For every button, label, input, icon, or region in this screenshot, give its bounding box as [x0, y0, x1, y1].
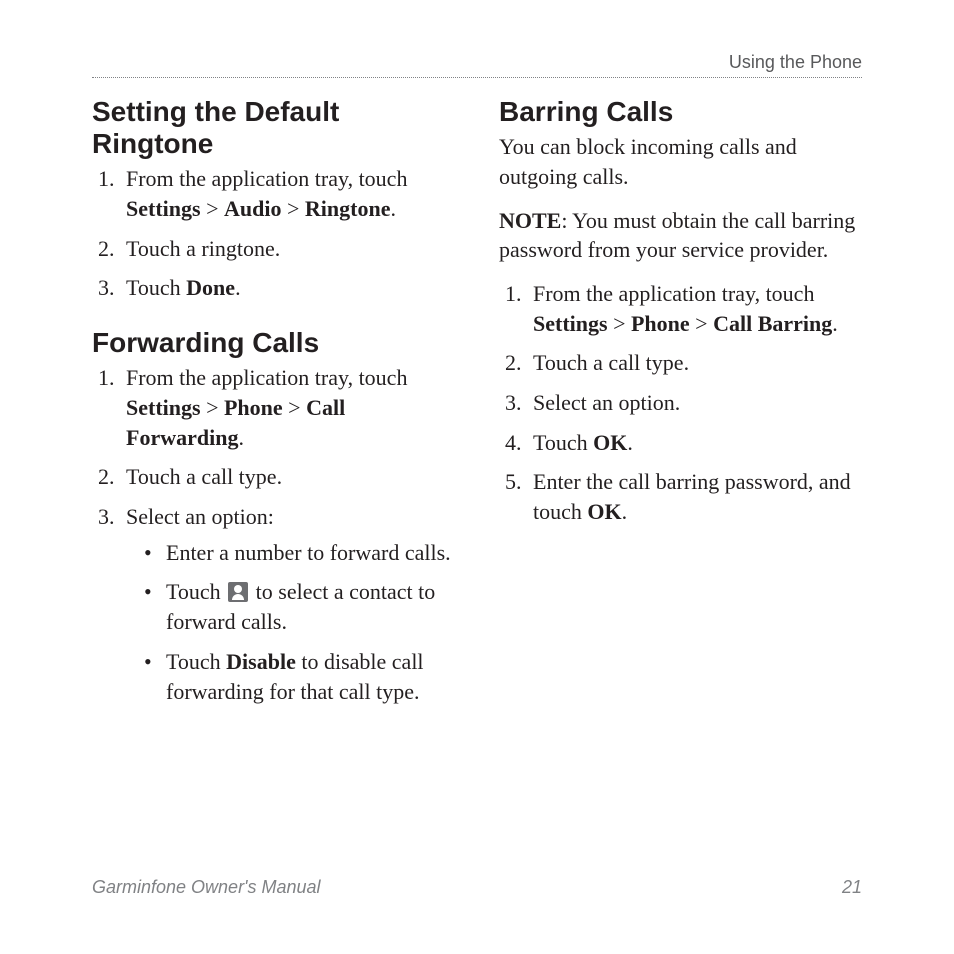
text: Touch	[126, 275, 186, 300]
manual-page: Using the Phone Setting the Default Ring…	[0, 0, 954, 954]
bullet-list: Enter a number to forward calls. Touch t…	[126, 538, 455, 706]
sep: >	[283, 395, 306, 420]
contact-icon	[228, 582, 248, 602]
heading: Forwarding Calls	[92, 327, 455, 359]
two-column-body: Setting the Default Ringtone From the ap…	[92, 96, 862, 706]
heading: Setting the Default Ringtone	[92, 96, 455, 160]
note-label: NOTE	[499, 208, 561, 233]
text: From the application tray, touch	[533, 281, 814, 306]
ui-path: Audio	[224, 196, 281, 221]
ui-label: OK	[587, 499, 621, 524]
header-rule	[92, 77, 862, 78]
list-item: Touch Disable to disable call forwarding…	[144, 647, 455, 706]
list-item: Touch to select a contact to forward cal…	[144, 577, 455, 636]
text: .	[235, 275, 241, 300]
text: .	[627, 430, 633, 455]
list-item: Select an option.	[527, 388, 862, 418]
list-item: Touch a call type.	[527, 348, 862, 378]
text: .	[622, 499, 628, 524]
ui-label: OK	[593, 430, 627, 455]
text: From the application tray, touch	[126, 365, 407, 390]
ui-path: Settings	[126, 395, 201, 420]
list-item: Touch OK.	[527, 428, 862, 458]
ui-path: Settings	[533, 311, 608, 336]
sep: >	[201, 395, 224, 420]
ordered-list: From the application tray, touch Setting…	[92, 164, 455, 303]
page-number: 21	[842, 877, 862, 898]
list-item: From the application tray, touch Setting…	[527, 279, 862, 338]
section-forwarding-calls: Forwarding Calls From the application tr…	[92, 327, 455, 706]
footer-left: Garminfone Owner's Manual	[92, 877, 321, 898]
text: Select an option:	[126, 504, 274, 529]
list-item: Touch a call type.	[120, 462, 455, 492]
ui-label: Done	[186, 275, 235, 300]
text: Touch	[533, 430, 593, 455]
sep: >	[201, 196, 224, 221]
ui-label: Disable	[226, 649, 296, 674]
heading: Barring Calls	[499, 96, 862, 128]
note: NOTE: You must obtain the call barring p…	[499, 206, 862, 265]
list-item: Enter the call barring password, and tou…	[527, 467, 862, 526]
text: .	[832, 311, 838, 336]
ordered-list: From the application tray, touch Setting…	[499, 279, 862, 527]
text: Enter the call barring password, and tou…	[533, 469, 851, 524]
ui-path: Phone	[631, 311, 690, 336]
ui-path: Phone	[224, 395, 283, 420]
list-item: Enter a number to forward calls.	[144, 538, 455, 568]
sep: >	[608, 311, 631, 336]
text: Touch	[166, 649, 226, 674]
page-footer: Garminfone Owner's Manual 21	[92, 877, 862, 898]
running-head: Using the Phone	[92, 52, 862, 77]
list-item: Touch a ringtone.	[120, 234, 455, 264]
text: .	[238, 425, 244, 450]
list-item: From the application tray, touch Setting…	[120, 363, 455, 452]
ui-path: Call Barring	[713, 311, 832, 336]
paragraph: You can block incoming calls and outgoin…	[499, 132, 862, 191]
list-item: Select an option: Enter a number to forw…	[120, 502, 455, 706]
section-barring-calls: Barring Calls You can block incoming cal…	[499, 96, 862, 527]
sep: >	[690, 311, 713, 336]
section-default-ringtone: Setting the Default Ringtone From the ap…	[92, 96, 455, 303]
ui-path: Settings	[126, 196, 201, 221]
text: From the application tray, touch	[126, 166, 407, 191]
ordered-list: From the application tray, touch Setting…	[92, 363, 455, 706]
sep: >	[281, 196, 304, 221]
ui-path: Ringtone	[305, 196, 391, 221]
list-item: Touch Done.	[120, 273, 455, 303]
text: .	[390, 196, 396, 221]
list-item: From the application tray, touch Setting…	[120, 164, 455, 223]
text: Touch	[166, 579, 226, 604]
